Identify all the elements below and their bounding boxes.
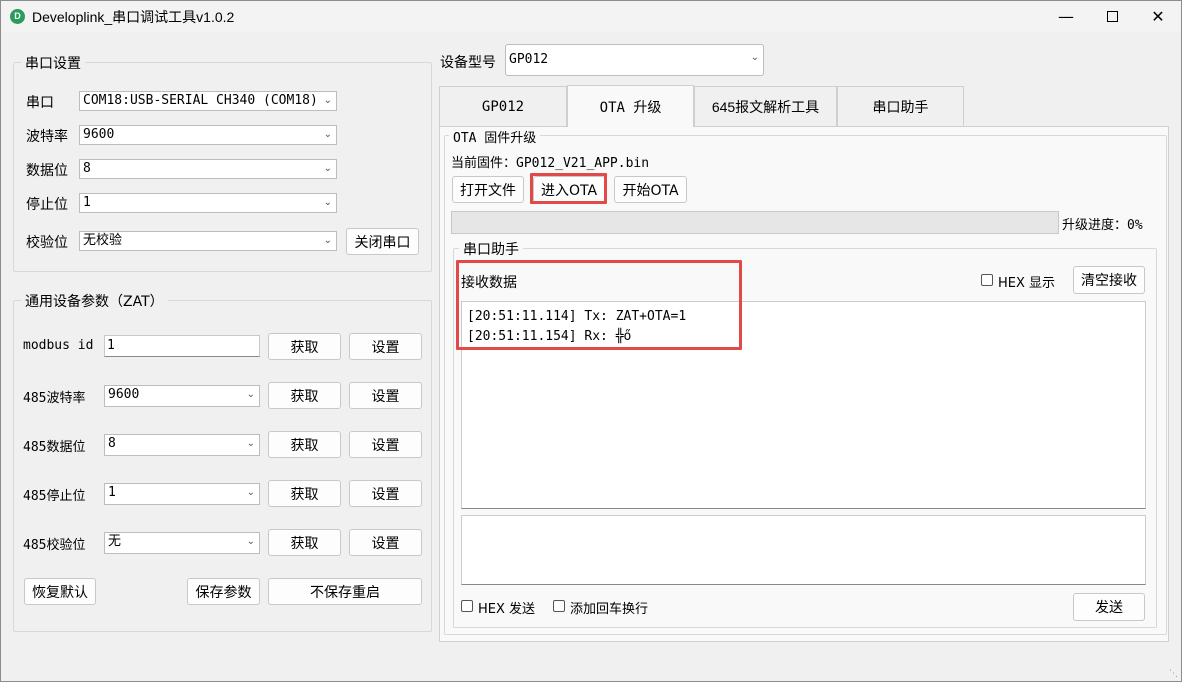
enter-ota-highlight: [530, 173, 607, 204]
rs485-parity-get-button[interactable]: 获取: [268, 529, 341, 556]
hex-display-label: HEX 显示: [998, 276, 1056, 291]
chevron-down-icon: ⌄: [246, 438, 255, 449]
rs485-baud-set-button[interactable]: 设置: [349, 382, 422, 409]
port-label: 串口: [26, 95, 54, 111]
tab-serial-assistant[interactable]: 串口助手: [837, 86, 964, 126]
port-select[interactable]: COM18:USB-SERIAL CH340 (COM18) ⌄: [79, 91, 337, 111]
modbus-id-set-button[interactable]: 设置: [349, 333, 422, 360]
databits-label: 数据位: [26, 163, 68, 179]
chevron-down-icon: ⌄: [246, 487, 255, 498]
tab-gp012[interactable]: GP012: [439, 86, 567, 126]
rs485-databits-value: 8: [108, 436, 116, 451]
close-window-button[interactable]: ✕: [1135, 1, 1181, 32]
serial-settings-title: 串口设置: [21, 53, 85, 73]
maximize-button[interactable]: [1089, 1, 1135, 32]
rs485-databits-get-button[interactable]: 获取: [268, 431, 341, 458]
chevron-down-icon: ⌄: [323, 129, 332, 140]
send-input-area[interactable]: [461, 515, 1146, 585]
device-model-select[interactable]: GP012 ⌄: [505, 44, 764, 76]
chevron-down-icon: ⌄: [323, 163, 332, 174]
save-params-button[interactable]: 保存参数: [187, 578, 260, 605]
rs485-parity-set-button[interactable]: 设置: [349, 529, 422, 556]
progress-value: 0%: [1127, 218, 1143, 233]
chevron-down-icon: ⌄: [246, 389, 255, 400]
current-firmware-value: GP012_V21_APP.bin: [516, 156, 650, 171]
stopbits-label: 停止位: [26, 197, 68, 213]
modbus-id-input[interactable]: 1: [104, 335, 260, 357]
send-button[interactable]: 发送: [1073, 593, 1145, 621]
rs485-stopbits-get-button[interactable]: 获取: [268, 480, 341, 507]
rs485-parity-label: 485校验位: [23, 538, 86, 553]
parity-value: 无校验: [83, 233, 123, 248]
app-logo-icon: D: [10, 9, 25, 24]
modbus-id-label: modbus id: [23, 338, 94, 353]
hex-send-label: HEX 发送: [478, 602, 536, 617]
rs485-baud-get-button[interactable]: 获取: [268, 382, 341, 409]
rs485-stopbits-select[interactable]: 1 ⌄: [104, 483, 260, 505]
add-crlf-checkbox[interactable]: [553, 600, 565, 612]
databits-value: 8: [83, 161, 91, 176]
restore-defaults-button[interactable]: 恢复默认: [24, 578, 96, 605]
progress-readout: 升级进度：0%: [1062, 214, 1143, 233]
rs485-parity-value: 无: [108, 534, 122, 549]
device-params-title: 通用设备参数（ZAT）: [21, 291, 168, 311]
ota-progress-bar: [451, 211, 1059, 234]
ota-group-title: OTA 固件升级: [449, 127, 541, 146]
rs485-baud-value: 9600: [108, 387, 140, 402]
clear-receive-button[interactable]: 清空接收: [1073, 266, 1145, 294]
rs485-stopbits-label: 485停止位: [23, 489, 86, 504]
serial-assistant-title: 串口助手: [459, 239, 523, 259]
databits-select[interactable]: 8 ⌄: [79, 159, 337, 179]
modbus-id-get-button[interactable]: 获取: [268, 333, 341, 360]
tab-ota-upgrade[interactable]: OTA 升级: [567, 85, 694, 127]
rs485-parity-select[interactable]: 无 ⌄: [104, 532, 260, 554]
minimize-button[interactable]: —: [1043, 1, 1089, 32]
device-model-value: GP012: [509, 52, 549, 67]
baud-select[interactable]: 9600 ⌄: [79, 125, 337, 145]
rs485-databits-set-button[interactable]: 设置: [349, 431, 422, 458]
rs485-baud-select[interactable]: 9600 ⌄: [104, 385, 260, 407]
nosave-restart-button[interactable]: 不保存重启: [268, 578, 422, 605]
open-file-button[interactable]: 打开文件: [452, 176, 524, 203]
stopbits-select[interactable]: 1 ⌄: [79, 193, 337, 213]
maximize-icon: [1106, 11, 1118, 22]
parity-label: 校验位: [26, 235, 68, 251]
chevron-down-icon: ⌄: [323, 197, 332, 208]
current-firmware-label: 当前固件：: [451, 156, 517, 171]
rs485-baud-label: 485波特率: [23, 391, 86, 406]
baud-label: 波特率: [26, 129, 68, 145]
port-value: COM18:USB-SERIAL CH340 (COM18): [83, 93, 318, 108]
chevron-down-icon: ⌄: [323, 235, 332, 246]
parity-select[interactable]: 无校验 ⌄: [79, 231, 337, 251]
tab-645-parser[interactable]: 645报文解析工具: [694, 86, 837, 126]
rs485-databits-select[interactable]: 8 ⌄: [104, 434, 260, 456]
resize-grip-icon[interactable]: ⋱: [1169, 669, 1179, 679]
chevron-down-icon: ⌄: [750, 52, 759, 63]
baud-value: 9600: [83, 127, 115, 142]
receive-highlight: [456, 260, 742, 350]
close-port-button[interactable]: 关闭串口: [346, 228, 419, 255]
stopbits-value: 1: [83, 195, 91, 210]
add-crlf-label: 添加回车换行: [570, 602, 649, 617]
start-ota-button[interactable]: 开始OTA: [614, 176, 687, 203]
rs485-stopbits-set-button[interactable]: 设置: [349, 480, 422, 507]
rs485-stopbits-value: 1: [108, 485, 116, 500]
chevron-down-icon: ⌄: [321, 92, 332, 110]
current-firmware: 当前固件：GP012_V21_APP.bin: [451, 152, 649, 171]
window-title: Developlink_串口调试工具v1.0.2: [32, 9, 235, 25]
progress-label: 升级进度：: [1062, 218, 1128, 233]
chevron-down-icon: ⌄: [246, 536, 255, 547]
hex-send-checkbox[interactable]: [461, 600, 473, 612]
hex-display-checkbox[interactable]: [981, 274, 993, 286]
rs485-databits-label: 485数据位: [23, 440, 86, 455]
device-model-label: 设备型号: [440, 55, 496, 71]
